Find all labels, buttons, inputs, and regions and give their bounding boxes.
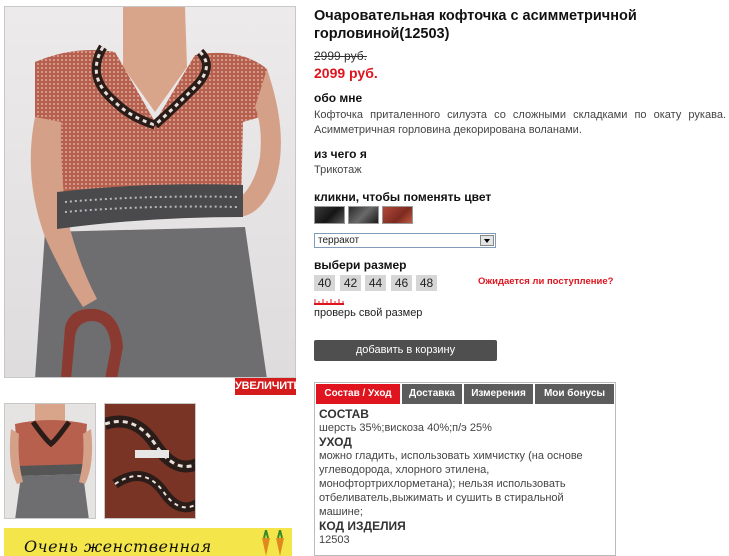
promo-banner-text: Очень женственная	[24, 537, 212, 556]
material-heading: из чего я	[314, 147, 367, 161]
size-heading: выбери размер	[314, 258, 407, 272]
size-option-42[interactable]: 42	[340, 275, 361, 291]
main-product-photo[interactable]	[4, 6, 296, 378]
size-option-44[interactable]: 44	[365, 275, 386, 291]
tab-bonuses[interactable]: Мои бонусы	[535, 384, 614, 404]
product-code-value: 12503	[319, 534, 350, 546]
thumbnail-front-image	[9, 404, 93, 518]
sale-price: 2099 руб.	[314, 65, 378, 81]
size-option-40[interactable]: 40	[314, 275, 335, 291]
thumbnail-detail-image	[105, 404, 195, 518]
care-value: можно гладить, использовать химчистку (н…	[319, 450, 583, 518]
color-select-value: терракот	[318, 235, 360, 246]
color-select[interactable]: терракот	[314, 233, 496, 248]
thumbnail-1[interactable]	[4, 403, 96, 519]
size-option-46[interactable]: 46	[391, 275, 412, 291]
carrot-icon	[262, 530, 284, 556]
product-code-heading: КОД ИЗДЕЛИЯ	[319, 519, 406, 533]
tab-composition-care[interactable]: Состав / Уход	[316, 384, 400, 404]
color-swatch-black[interactable]	[314, 206, 345, 224]
product-title: Очаровательная кофточка с асимметричной …	[314, 8, 637, 42]
composition-value: шерсть 35%;вискоза 40%;п/э 25%	[319, 422, 492, 434]
thumbnail-2[interactable]	[104, 403, 196, 519]
material-value: Трикотаж	[314, 164, 362, 176]
size-option-48[interactable]: 48	[416, 275, 437, 291]
tab-measurements[interactable]: Измерения	[464, 384, 533, 404]
add-to-cart-button[interactable]: добавить в корзину	[314, 340, 497, 361]
care-heading: УХОД	[319, 435, 352, 449]
about-description: Кофточка приталенного силуэта со сложным…	[314, 109, 726, 136]
ruler-icon[interactable]	[314, 298, 344, 306]
about-heading: обо мне	[314, 91, 363, 105]
tab-delivery[interactable]: Доставка	[402, 384, 462, 404]
old-price: 2999 руб.	[314, 49, 367, 63]
color-swatch-dark-gray[interactable]	[348, 206, 379, 224]
composition-heading: СОСТАВ	[319, 407, 369, 421]
tab-content: СОСТАВ шерсть 35%;вискоза 40%;п/э 25% УХ…	[319, 407, 609, 547]
model-photo-image	[30, 7, 281, 377]
size-check-link[interactable]: проверь свой размер	[314, 307, 422, 319]
zoom-button[interactable]: УВЕЛИЧИТЬ	[235, 378, 301, 395]
color-swatch-terracotta[interactable]	[382, 206, 413, 224]
availability-inquiry-link[interactable]: Ожидается ли поступление?	[478, 276, 613, 287]
chevron-down-icon[interactable]	[480, 235, 494, 246]
promo-banner[interactable]: Очень женственная	[4, 528, 292, 556]
color-heading: кликни, чтобы поменять цвет	[314, 190, 492, 204]
